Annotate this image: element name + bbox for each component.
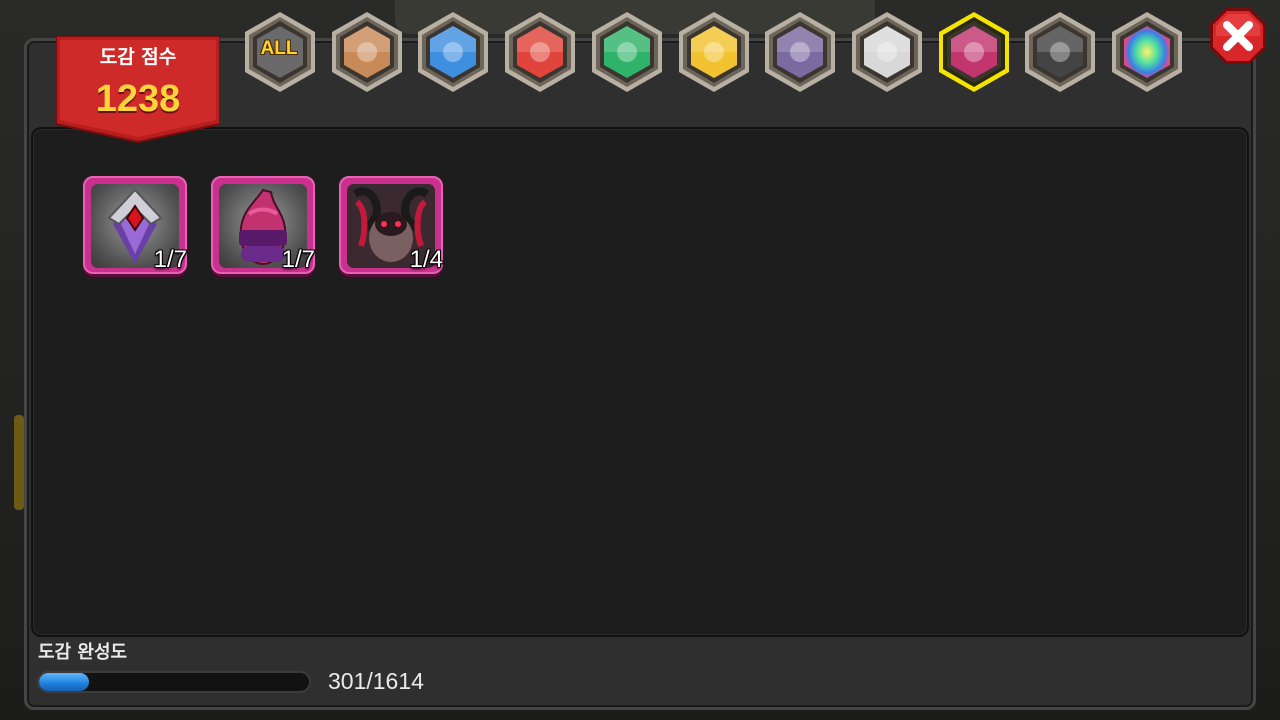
close-button[interactable] <box>1206 4 1270 68</box>
completion-progress-bar <box>37 671 311 693</box>
element-tabs: ALL <box>240 10 1190 94</box>
item-count: 1/7 <box>281 246 315 273</box>
score-value: 1238 <box>95 78 181 120</box>
rainbow-element-icon <box>1112 12 1182 92</box>
close-icon <box>1210 8 1266 64</box>
wind-element-icon <box>591 12 662 92</box>
dragon-element-icon <box>765 12 836 92</box>
score-banner: 도감 점수 1238 <box>56 36 220 144</box>
water-element-icon <box>418 12 489 92</box>
earth-element-icon <box>331 12 402 92</box>
completion-progress-fill <box>39 673 90 691</box>
holy-element-icon <box>851 12 922 92</box>
tab-dragon[interactable] <box>760 10 840 94</box>
tab-dark[interactable] <box>934 10 1014 94</box>
tab-all-label: ALL <box>260 38 298 59</box>
tab-fire[interactable] <box>500 10 580 94</box>
light-element-icon <box>678 12 749 92</box>
collection-item[interactable]: 1/4 <box>339 176 445 274</box>
tab-holy[interactable] <box>847 10 927 94</box>
tab-earth[interactable] <box>327 10 407 94</box>
completion-count: 301/1614 <box>328 668 424 694</box>
score-title: 도감 점수 <box>99 46 177 68</box>
tab-wind[interactable] <box>587 10 667 94</box>
tab-rainbow[interactable] <box>1107 10 1187 94</box>
shadow-element-icon <box>1025 12 1096 92</box>
tab-shadow[interactable] <box>1020 10 1100 94</box>
fire-element-icon <box>505 12 576 92</box>
completion-label: 도감 완성도 <box>38 642 128 663</box>
tab-water[interactable] <box>413 10 493 94</box>
tab-light[interactable] <box>674 10 754 94</box>
background-glow <box>14 415 24 510</box>
item-count: 1/4 <box>409 246 443 273</box>
collection-item[interactable]: 1/7 <box>83 176 189 274</box>
item-count: 1/7 <box>153 246 187 273</box>
tab-all[interactable]: ALL <box>240 10 320 94</box>
collection-item[interactable]: 1/7 <box>211 176 317 274</box>
dark-element-icon <box>938 12 1009 92</box>
